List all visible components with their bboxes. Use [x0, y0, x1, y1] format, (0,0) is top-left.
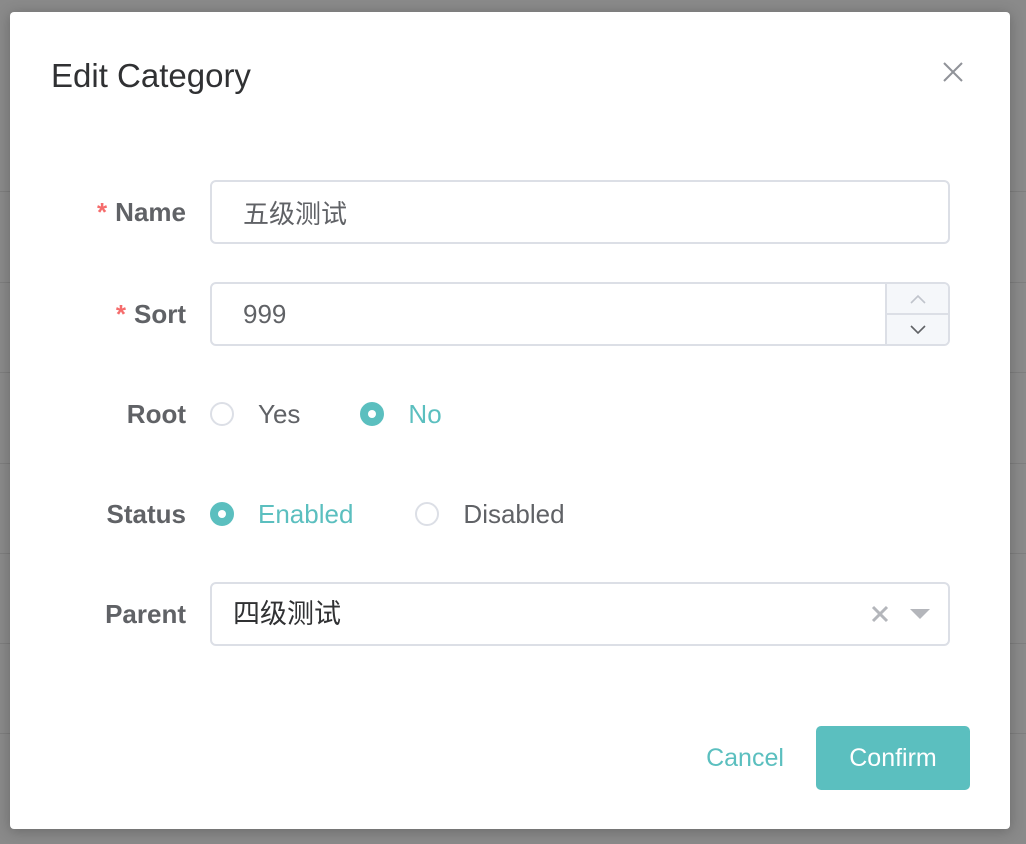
cancel-button[interactable]: Cancel	[690, 726, 800, 790]
radio-label: No	[408, 398, 442, 429]
decrease-button[interactable]	[887, 315, 948, 344]
parent-select-value: 四级测试	[233, 599, 341, 629]
caret-down-icon	[910, 609, 930, 619]
increase-button[interactable]	[887, 284, 948, 315]
chevron-up-icon	[909, 294, 926, 304]
edit-category-dialog: Edit Category *Name *Sort	[10, 12, 1010, 829]
required-mark: *	[115, 299, 126, 329]
chevron-down-icon	[909, 324, 926, 334]
radio-label: Yes	[258, 398, 301, 429]
confirm-button[interactable]: Confirm	[816, 726, 970, 790]
root-label: Root	[126, 399, 186, 429]
sort-stepper	[885, 284, 948, 344]
clear-button[interactable]	[868, 602, 892, 626]
root-option-no[interactable]: No	[360, 398, 442, 430]
radio-label: Enabled	[258, 498, 354, 529]
root-form-row: Root Yes No	[10, 382, 1010, 446]
name-label: * Name	[97, 180, 186, 244]
sort-input[interactable]	[212, 284, 884, 344]
radio-circle-checked	[210, 502, 234, 526]
sort-label-text: Sort	[134, 299, 186, 329]
sort-label: * Sort	[116, 282, 186, 346]
status-label: Status	[106, 499, 186, 529]
dialog-title: Edit Category	[51, 57, 251, 94]
close-icon	[943, 62, 963, 82]
dropdown-arrow[interactable]	[908, 606, 932, 622]
name-label-text: Name	[115, 197, 186, 227]
name-input[interactable]	[210, 180, 950, 244]
root-radio-group: Yes No	[210, 382, 442, 446]
sort-number-input	[210, 282, 950, 346]
status-radio-group: Enabled Disabled	[210, 482, 565, 546]
root-option-yes[interactable]: Yes	[210, 399, 300, 430]
radio-circle	[415, 502, 440, 526]
radio-circle	[210, 402, 234, 426]
parent-form-row: Parent 四级测试	[10, 582, 1010, 646]
parent-label: Parent	[105, 599, 186, 629]
close-button[interactable]	[938, 57, 968, 87]
radio-circle-checked	[360, 402, 385, 426]
name-form-row: * Name	[10, 180, 1010, 244]
radio-label: Disabled	[463, 498, 565, 529]
required-mark: *	[97, 197, 108, 227]
status-option-disabled[interactable]: Disabled	[415, 498, 565, 530]
parent-select[interactable]: 四级测试	[210, 582, 950, 646]
sort-form-row: * Sort	[10, 282, 1010, 346]
clear-icon	[871, 605, 889, 623]
status-option-enabled[interactable]: Enabled	[210, 499, 353, 530]
status-form-row: Status Enabled Disabled	[10, 482, 1010, 546]
